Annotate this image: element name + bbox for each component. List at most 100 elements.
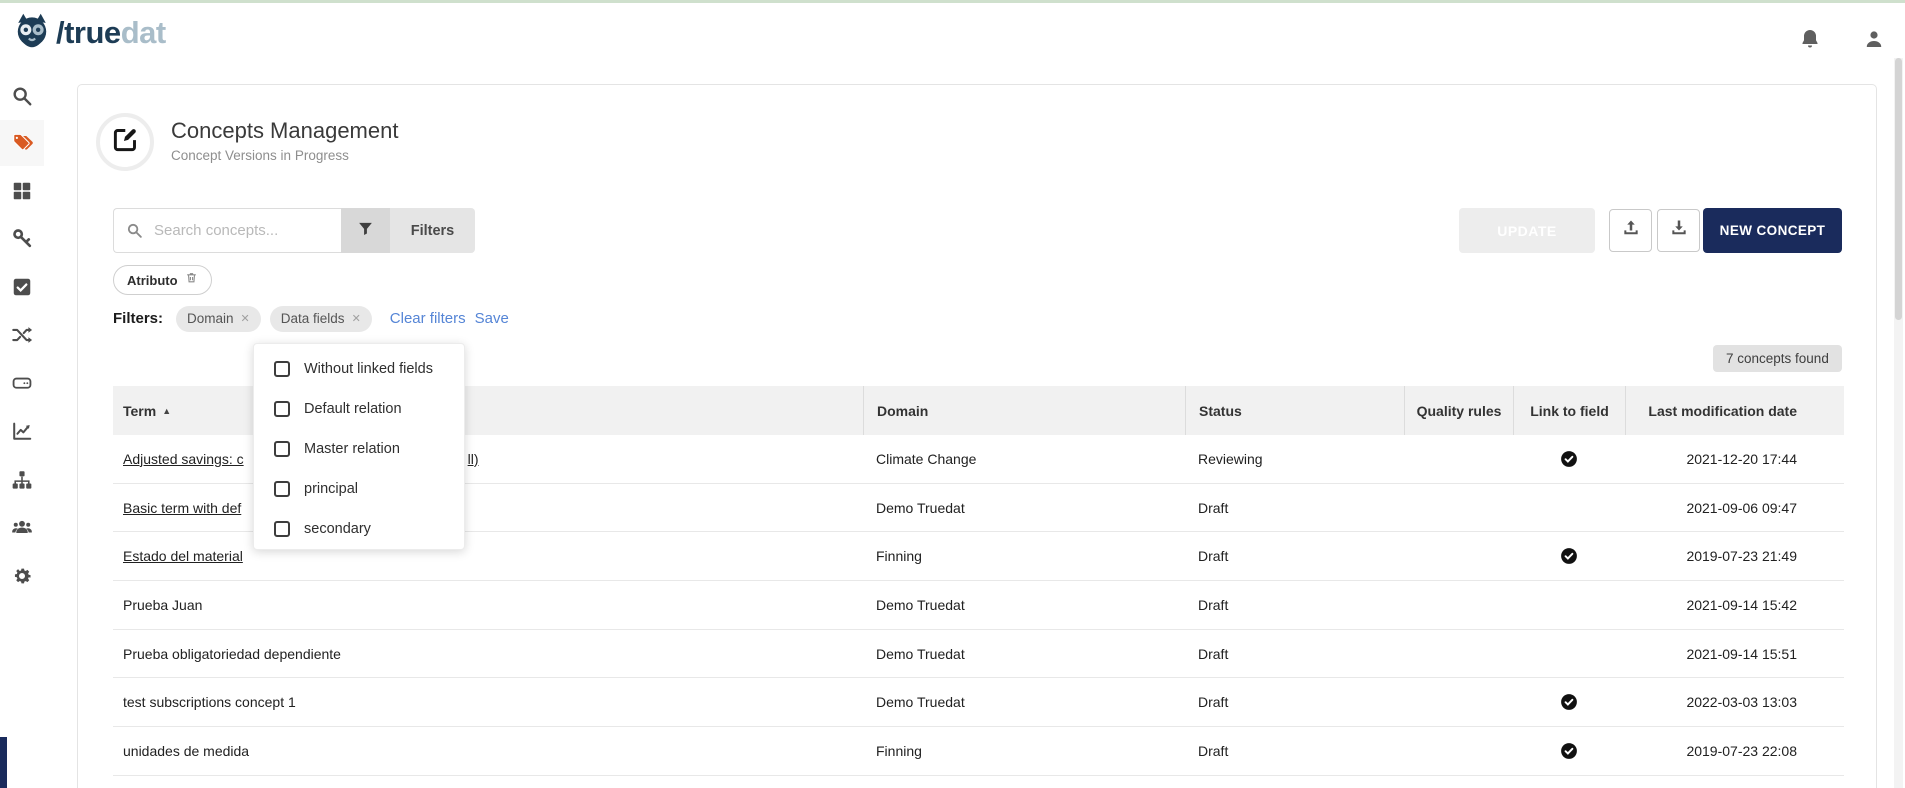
term-cell: Estado del material [113,532,863,580]
sidebar-item-chart[interactable] [0,408,44,454]
chart-line-icon [11,420,33,442]
domain-cell: Demo Truedat [863,581,1185,629]
term-text: Prueba Juan [123,597,202,613]
template-filter-chip[interactable]: Atributo [113,265,212,295]
term-cell: Prueba obligatoriedad dependiente [113,630,863,678]
link-to-field-cell [1513,678,1625,726]
check-circle-icon [1560,742,1578,760]
table-row[interactable]: Prueba JuanDemo TruedatDraft2021-09-14 1… [113,581,1844,630]
sidebar-item-check-square[interactable] [0,264,44,310]
upload-button[interactable] [1609,209,1652,252]
download-tray-icon [1669,218,1689,243]
status-cell: Draft [1185,532,1404,580]
column-header-term[interactable]: Term ▲ [113,386,863,435]
truedat-logo[interactable]: /truedat [10,11,166,55]
status-cell: Draft [1185,727,1404,775]
column-header-link-to-field[interactable]: Link to field [1513,386,1625,435]
filter-funnel-button[interactable] [341,208,390,253]
column-header-quality-rules[interactable]: Quality rules [1404,386,1513,435]
last-modification-date-cell: 2019-07-23 22:08 [1625,727,1844,775]
sidebar-item-search[interactable] [0,73,44,119]
search-icon [126,222,143,239]
clear-filters-link[interactable]: Clear filters [390,310,466,327]
domain-cell: Demo Truedat [863,630,1185,678]
search-input[interactable] [113,208,341,253]
page-subtitle: Concept Versions in Progress [171,148,349,163]
truedat-owl-icon [10,11,54,55]
users-icon [11,516,33,538]
sidebar-item-users[interactable] [0,504,44,550]
quality-rules-cell [1404,435,1513,483]
dropdown-option-label: Without linked fields [304,361,433,377]
checkbox[interactable] [274,361,290,377]
update-button[interactable]: UPDATE [1459,208,1595,253]
dropdown-option-principal[interactable]: principal [254,469,464,509]
search-input-wrap [113,208,341,253]
term-text: Estado del material [123,548,243,564]
tags-icon [11,132,33,154]
sidebar-item-sitemap[interactable] [0,457,44,503]
dropdown-option-master-relation[interactable]: Master relation [254,429,464,469]
trash-icon[interactable] [185,271,198,289]
column-header-last-modification-date[interactable]: Last modification date [1625,386,1844,435]
filter-chip-domain[interactable]: Domain ✕ [176,306,261,332]
link-to-field-cell [1513,727,1625,775]
sidebar-item-tags[interactable] [0,120,44,166]
table-row[interactable]: unidades de medidaFinningDraft2019-07-23… [113,727,1844,776]
download-button[interactable] [1657,209,1700,252]
filter-chip-label: Data fields [281,311,345,326]
notifications-bell-icon[interactable] [1798,27,1822,51]
close-x-icon[interactable]: ✕ [241,312,250,325]
column-header-status[interactable]: Status [1185,386,1404,435]
key-icon [11,227,33,249]
quality-rules-cell [1404,727,1513,775]
filters-button[interactable]: Filters [390,208,475,253]
dropdown-option-default-relation[interactable]: Default relation [254,389,464,429]
template-filter-chip-label: Atributo [127,273,178,288]
new-concept-button[interactable]: NEW CONCEPT [1703,208,1842,253]
shuffle-icon [11,324,33,346]
term-cell: test subscriptions concept 1 [113,678,863,726]
last-modification-date-cell: 2021-09-06 09:47 [1625,484,1844,532]
link-to-field-cell [1513,532,1625,580]
table-row[interactable]: test subscriptions concept 1Demo Truedat… [113,678,1844,727]
link-to-field-cell [1513,435,1625,483]
term-cell: unidades de medida [113,727,863,775]
table-row[interactable]: Prueba obligatoriedad dependienteDemo Tr… [113,630,1844,679]
content-card: Concepts Management Concept Versions in … [77,84,1877,788]
save-filters-link[interactable]: Save [475,310,509,327]
sidebar-item-drive[interactable] [0,360,44,406]
link-to-field-cell [1513,581,1625,629]
sidebar-bottom-strip [0,737,7,788]
sidebar-item-key[interactable] [0,215,44,261]
gear-icon [11,565,33,587]
sidebar-item-shuffle[interactable] [0,312,44,358]
sidebar-item-grid[interactable] [0,168,44,214]
checkbox[interactable] [274,401,290,417]
filter-chip-data-fields[interactable]: Data fields ✕ [270,306,372,332]
status-cell: Draft [1185,484,1404,532]
column-header-domain[interactable]: Domain [863,386,1185,435]
term-cell: Prueba Juan [113,581,863,629]
upload-tray-icon [1621,218,1641,243]
term-text-suffix: ll) [468,451,479,467]
user-profile-icon[interactable] [1862,27,1886,51]
check-circle-icon [1560,693,1578,711]
checkbox[interactable] [274,521,290,537]
dropdown-option-secondary[interactable]: secondary [254,509,464,549]
dropdown-option-without-linked-fields[interactable]: Without linked fields [254,349,464,389]
scrollbar-thumb[interactable] [1895,58,1902,320]
checkbox[interactable] [274,441,290,457]
status-cell: Draft [1185,678,1404,726]
quality-rules-cell [1404,484,1513,532]
check-square-icon [11,276,33,298]
edit-pencil-square-icon [112,126,139,158]
sidebar-item-gear[interactable] [0,553,44,599]
close-x-icon[interactable]: ✕ [352,312,361,325]
funnel-icon [357,220,374,242]
quality-rules-cell [1404,678,1513,726]
logo-text: /truedat [56,15,166,51]
domain-cell: Demo Truedat [863,484,1185,532]
dropdown-option-label: Default relation [304,401,402,417]
checkbox[interactable] [274,481,290,497]
